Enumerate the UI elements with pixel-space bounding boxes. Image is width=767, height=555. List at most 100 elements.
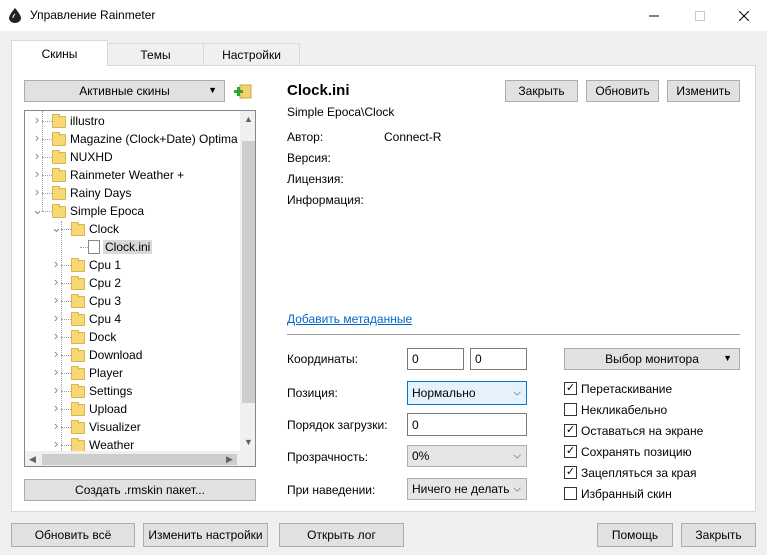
tree-item[interactable]: › NUXHD xyxy=(25,148,240,166)
tree-connector xyxy=(61,427,71,428)
minimize-button[interactable] xyxy=(631,0,677,31)
tree-item[interactable]: › Rainmeter Weather + xyxy=(25,166,240,184)
chevron-right-icon[interactable]: › xyxy=(51,257,61,270)
tree-item-label: Player xyxy=(89,366,124,380)
checkbox-label[interactable]: Перетаскивание xyxy=(581,382,672,396)
checkbox-label[interactable]: Зацепляться за края xyxy=(581,466,697,480)
checkbox-label[interactable]: Избранный скин xyxy=(581,487,672,501)
tree-item[interactable]: › Magazine (Clock+Date) Optima xyxy=(25,130,240,148)
tree-item[interactable]: › Cpu 3 xyxy=(25,292,240,310)
edit-settings-button[interactable]: Изменить настройки xyxy=(143,523,268,547)
checkbox[interactable]: ✓ xyxy=(564,382,577,395)
chevron-down-icon[interactable]: ⌄ xyxy=(32,203,43,216)
scroll-left-icon[interactable]: ◀ xyxy=(29,454,36,465)
maximize-button[interactable] xyxy=(677,0,723,31)
tree-item-label: Clock.ini xyxy=(103,240,153,254)
active-skins-button[interactable]: Активные скины ▼ xyxy=(24,80,225,102)
tree-item-label: Cpu 4 xyxy=(89,312,122,326)
checkbox[interactable]: ✓ xyxy=(564,466,577,479)
tab-skins[interactable]: Скины xyxy=(11,40,108,66)
coordinate-y-input[interactable]: 0 xyxy=(470,348,527,370)
tree-item[interactable]: › Cpu 1 xyxy=(25,256,240,274)
folder-icon xyxy=(71,348,85,362)
tree-item[interactable]: › Settings xyxy=(25,382,240,400)
refresh-all-button[interactable]: Обновить всё xyxy=(11,523,135,547)
tree-item[interactable]: › Visualizer xyxy=(25,418,240,436)
monitor-select-button[interactable]: Выбор монитора ▼ xyxy=(564,348,740,370)
tree-horizontal-scroll-thumb[interactable] xyxy=(42,454,237,465)
close-skin-button[interactable]: Закрыть xyxy=(505,80,578,102)
coordinates-label: Координаты: xyxy=(287,352,358,366)
chevron-right-icon[interactable]: › xyxy=(51,383,61,396)
coordinate-x-input[interactable]: 0 xyxy=(407,348,464,370)
tree-connector xyxy=(61,283,71,284)
scroll-up-icon[interactable]: ▲ xyxy=(244,114,253,124)
chevron-down-icon: ⌵ xyxy=(513,483,521,495)
close-button[interactable]: Закрыть xyxy=(681,523,756,547)
transparency-select[interactable]: 0% ⌵ xyxy=(407,445,527,467)
tree-item[interactable]: › Download xyxy=(25,346,240,364)
checkbox-label[interactable]: Оставаться на экране xyxy=(581,424,703,438)
position-select[interactable]: Нормально ⌵ xyxy=(407,381,527,405)
tree-item[interactable]: › Cpu 4 xyxy=(25,310,240,328)
ini-file-icon xyxy=(88,240,100,254)
chevron-right-icon[interactable]: › xyxy=(32,185,42,198)
close-icon xyxy=(739,10,749,21)
tab-themes[interactable]: Темы xyxy=(107,43,204,65)
tree-item[interactable]: › Dock xyxy=(25,328,240,346)
chevron-right-icon[interactable]: › xyxy=(32,131,42,144)
tree-connector xyxy=(61,301,71,302)
refresh-skin-button[interactable]: Обновить xyxy=(586,80,659,102)
tree-item[interactable]: ⌄ Simple Epoca xyxy=(25,202,240,220)
chevron-right-icon[interactable]: › xyxy=(51,311,61,324)
tree-item[interactable]: › Rainy Days xyxy=(25,184,240,202)
checkbox[interactable] xyxy=(564,403,577,416)
create-rmskin-button[interactable]: Создать .rmskin пакет... xyxy=(24,479,256,501)
tree-connector xyxy=(42,193,52,194)
chevron-down-icon[interactable]: ⌄ xyxy=(51,221,62,234)
position-select-value: Нормально xyxy=(412,386,476,400)
scroll-right-icon[interactable]: ▶ xyxy=(226,454,233,465)
folder-icon xyxy=(71,222,85,236)
transparency-select-value: 0% xyxy=(412,449,430,463)
scroll-down-icon[interactable]: ▼ xyxy=(244,437,253,447)
skins-tree[interactable]: › illustro › Magazine (Clock+Date) Optima › N… xyxy=(24,110,256,467)
chevron-right-icon[interactable]: › xyxy=(32,113,42,126)
window-close-button[interactable] xyxy=(721,0,767,31)
chevron-right-icon[interactable]: › xyxy=(32,167,42,180)
tab-settings[interactable]: Настройки xyxy=(203,43,300,65)
tree-item[interactable]: Clock.ini xyxy=(25,238,240,256)
add-skin-icon[interactable] xyxy=(234,83,252,100)
chevron-right-icon[interactable]: › xyxy=(51,365,61,378)
skin-path: Simple Epoca\Clock xyxy=(287,105,395,119)
checkbox[interactable]: ✓ xyxy=(564,424,577,437)
chevron-right-icon[interactable]: › xyxy=(51,275,61,288)
on-hover-select[interactable]: Ничего не делать ⌵ xyxy=(407,478,527,500)
checkbox-label[interactable]: Сохранять позицию xyxy=(581,445,692,459)
folder-icon xyxy=(71,402,85,416)
tree-item-label: Dock xyxy=(89,330,117,344)
chevron-right-icon[interactable]: › xyxy=(51,329,61,342)
chevron-right-icon[interactable]: › xyxy=(51,401,61,414)
tree-item[interactable]: › Upload xyxy=(25,400,240,418)
checkbox[interactable] xyxy=(564,487,577,500)
tree-item[interactable]: › Cpu 2 xyxy=(25,274,240,292)
help-button[interactable]: Помощь xyxy=(597,523,673,547)
chevron-right-icon[interactable]: › xyxy=(51,437,61,450)
tree-vertical-scroll-thumb[interactable] xyxy=(242,141,255,403)
open-log-button[interactable]: Открыть лог xyxy=(279,523,404,547)
tree-item-label: Cpu 1 xyxy=(89,258,122,272)
chevron-right-icon[interactable]: › xyxy=(51,293,61,306)
tree-connector xyxy=(61,229,71,230)
tree-item[interactable]: ⌄ Clock xyxy=(25,220,240,238)
tree-item[interactable]: › illustro xyxy=(25,112,240,130)
checkbox-label[interactable]: Некликабельно xyxy=(581,403,667,417)
edit-skin-button[interactable]: Изменить xyxy=(667,80,740,102)
chevron-right-icon[interactable]: › xyxy=(51,347,61,360)
checkbox[interactable]: ✓ xyxy=(564,445,577,458)
add-metadata-link[interactable]: Добавить метаданные xyxy=(287,312,412,326)
chevron-right-icon[interactable]: › xyxy=(32,149,42,162)
chevron-right-icon[interactable]: › xyxy=(51,419,61,432)
tree-item[interactable]: › Player xyxy=(25,364,240,382)
load-order-input[interactable]: 0 xyxy=(407,413,527,436)
